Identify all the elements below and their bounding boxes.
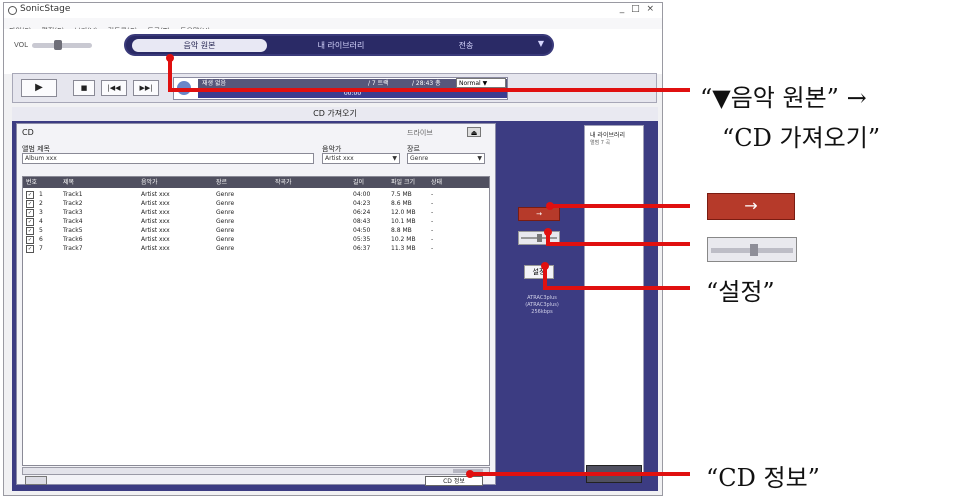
callout-line-slider xyxy=(546,232,690,246)
callout-line-music-source xyxy=(168,58,690,92)
callout-dot-settings xyxy=(541,262,549,270)
callout-lines xyxy=(166,54,690,478)
callout-slider-enlarged xyxy=(707,237,797,262)
callout-dot-music-source xyxy=(166,54,174,62)
callout-line-settings xyxy=(543,266,690,290)
callout-dot-arrow-button xyxy=(546,202,554,210)
callout-cd-import: “CD 가져오기” xyxy=(722,124,881,152)
callout-settings: “설정” xyxy=(706,278,775,306)
callout-arrow-button-enlarged: → xyxy=(707,193,795,220)
callout-cd-info: “CD 정보” xyxy=(706,464,820,492)
callout-music-source: “▼음악 원본” → xyxy=(700,84,867,112)
callout-dot-slider xyxy=(544,228,552,236)
callout-dot-cd-info xyxy=(466,470,474,478)
